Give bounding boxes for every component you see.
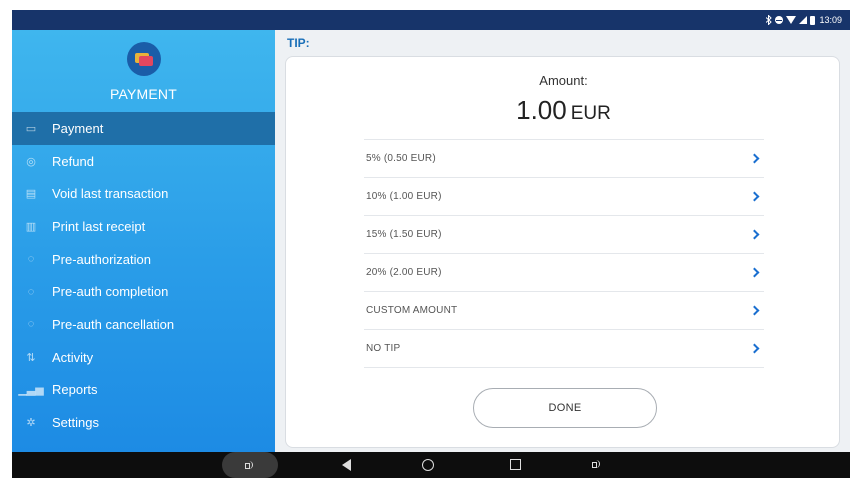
sidebar-header: PAYMENT <box>12 42 275 102</box>
signal-icon <box>799 16 808 24</box>
tip-option-5-percent[interactable]: 5% (0.50 EUR) <box>364 140 764 178</box>
sidebar-item-label: Pre-auth cancellation <box>52 316 175 332</box>
chevron-right-icon <box>749 305 760 316</box>
sidebar-item-pre-auth-cancellation[interactable]: ◌ Pre-auth cancellation <box>12 308 275 341</box>
sidebar-item-void-last-transaction[interactable]: ▤ Void last transaction <box>12 177 275 210</box>
speaker-icon <box>245 460 255 470</box>
tip-option-20-percent[interactable]: 20% (2.00 EUR) <box>364 254 764 292</box>
tip-option-custom-amount[interactable]: CUSTOM AMOUNT <box>364 292 764 330</box>
amount-currency: EUR <box>570 103 611 124</box>
card-stack-icon <box>126 42 161 76</box>
tip-option-label: 10% (1.00 EUR) <box>366 191 442 202</box>
sidebar-item-pre-authorization[interactable]: ◌ Pre-authorization <box>12 243 275 276</box>
volume-up-button[interactable] <box>592 459 602 469</box>
sidebar-item-label: Pre-auth completion <box>52 284 169 300</box>
refund-icon: ◎ <box>26 155 36 168</box>
sidebar-item-label: Print last receipt <box>52 218 146 234</box>
recent-apps-button[interactable] <box>510 459 521 470</box>
speaker-icon <box>592 459 602 469</box>
system-nav-bar <box>12 452 850 478</box>
do-not-disturb-icon <box>775 16 784 24</box>
sidebar: PAYMENT ▭ Payment ◎ Refund ▤ Void last t… <box>12 30 275 452</box>
tip-option-no-tip[interactable]: NO TIP <box>364 330 764 368</box>
sidebar-title: PAYMENT <box>110 86 177 102</box>
chevron-right-icon <box>749 343 760 354</box>
screen-frame: 13:09 PAYMENT ▭ Payment ◎ Refund ▤ Void … <box>0 0 861 478</box>
sidebar-item-label: Activity <box>52 349 94 365</box>
activity-icon: ⇅ <box>26 351 36 364</box>
amount-display: 1.00 EUR <box>286 95 841 126</box>
chevron-right-icon <box>749 267 760 278</box>
sidebar-item-settings[interactable]: ✲ Settings <box>12 406 275 439</box>
chevron-right-icon <box>749 153 760 164</box>
sidebar-item-label: Refund <box>52 153 94 169</box>
amount-label: Amount: <box>539 73 588 88</box>
tip-card: Amount: 1.00 EUR 5% (0.50 EUR) 10% (1.00 … <box>285 56 840 448</box>
sidebar-item-label: Settings <box>52 415 99 431</box>
sidebar-item-label: Void last transaction <box>52 186 169 202</box>
status-bar: 13:09 <box>12 10 850 30</box>
preauth-completion-icon: ◌ <box>27 285 35 298</box>
sidebar-item-print-last-receipt[interactable]: ▥ Print last receipt <box>12 210 275 243</box>
wifi-icon <box>786 16 797 24</box>
payment-icon: ▭ <box>25 122 37 135</box>
sidebar-item-pre-auth-completion[interactable]: ◌ Pre-auth completion <box>12 275 275 308</box>
sidebar-nav: ▭ Payment ◎ Refund ▤ Void last transacti… <box>12 112 275 439</box>
chevron-right-icon <box>749 229 760 240</box>
tip-option-10-percent[interactable]: 10% (1.00 EUR) <box>364 178 764 216</box>
sidebar-item-label: Payment <box>52 120 104 136</box>
tip-options-list: 5% (0.50 EUR) 10% (1.00 EUR) 15% (1.50 E… <box>364 139 764 368</box>
sidebar-item-label: Pre-authorization <box>52 251 151 267</box>
device-screen: 13:09 PAYMENT ▭ Payment ◎ Refund ▤ Void … <box>12 10 850 478</box>
receipt-icon: ▥ <box>25 220 37 233</box>
tip-option-label: CUSTOM AMOUNT <box>366 305 458 316</box>
volume-button[interactable] <box>222 452 278 478</box>
preauth-cancel-icon: ◌ <box>27 318 35 331</box>
status-icons <box>766 14 816 26</box>
status-time: 13:09 <box>819 15 842 25</box>
home-button[interactable] <box>422 459 434 471</box>
sidebar-item-label: Reports <box>52 382 98 398</box>
tip-option-label: 5% (0.50 EUR) <box>366 153 436 164</box>
tip-option-label: NO TIP <box>366 343 401 354</box>
sidebar-item-activity[interactable]: ⇅ Activity <box>12 341 275 374</box>
sidebar-item-refund[interactable]: ◎ Refund <box>12 145 275 178</box>
tip-option-15-percent[interactable]: 15% (1.50 EUR) <box>364 216 764 254</box>
battery-icon <box>810 15 816 25</box>
back-button[interactable] <box>342 459 351 471</box>
settings-icon: ✲ <box>26 417 36 430</box>
preauth-icon: ◌ <box>27 253 35 266</box>
void-icon: ▤ <box>25 188 37 201</box>
sidebar-item-payment[interactable]: ▭ Payment <box>12 112 275 145</box>
main-panel: TIP: Amount: 1.00 EUR 5% (0.50 EUR) 10% (… <box>275 30 850 452</box>
tip-option-label: 15% (1.50 EUR) <box>366 229 442 240</box>
bluetooth-icon <box>766 14 773 26</box>
sidebar-item-reports[interactable]: ▁▃▅ Reports <box>12 374 275 407</box>
amount-value: 1.00 <box>516 95 567 125</box>
chevron-right-icon <box>749 191 760 202</box>
section-title: TIP: <box>287 36 310 50</box>
reports-icon: ▁▃▅ <box>18 384 44 397</box>
tip-option-label: 20% (2.00 EUR) <box>366 267 442 278</box>
done-button[interactable]: DONE <box>473 388 657 428</box>
